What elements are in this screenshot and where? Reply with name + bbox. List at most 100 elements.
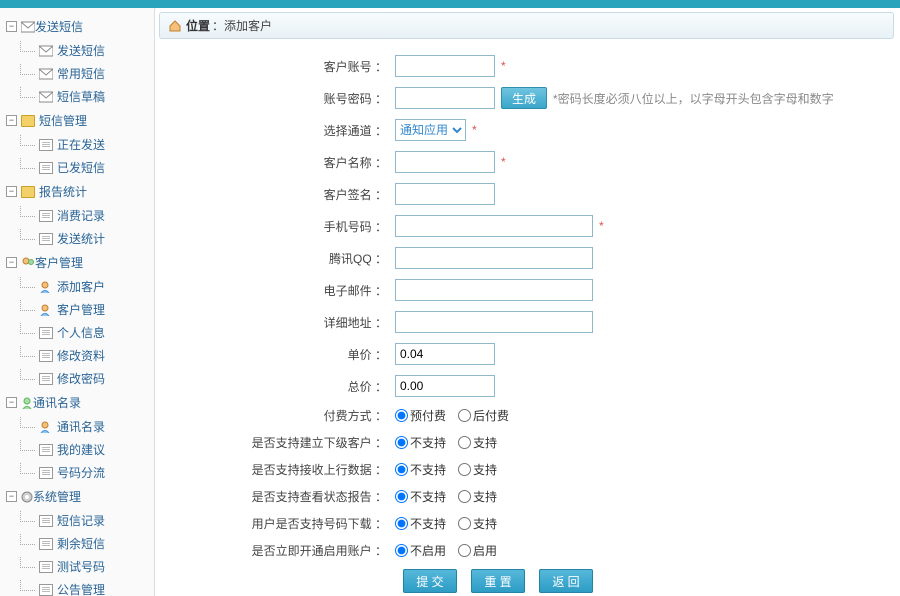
sidebar-item-contacts[interactable]: 通讯名录	[14, 415, 154, 438]
sidebar-item-sms-draft[interactable]: 短信草稿	[14, 85, 154, 108]
label-pay-mode: 付费方式 ：	[165, 407, 395, 424]
sidebar-item-send-sms[interactable]: 发送短信	[14, 39, 154, 62]
radio-up-yes[interactable]: 支持	[458, 461, 497, 478]
sidebar-item-test-number[interactable]: 测试号码	[14, 555, 154, 578]
radio-dl-yes[interactable]: 支持	[458, 515, 497, 532]
sidebar: − 发送短信 发送短信 常用短信 短信草稿 − 短信管理 正在发送 已发短信	[0, 0, 155, 596]
radio-sub-yes[interactable]: 支持	[458, 434, 497, 451]
email-input[interactable]	[395, 279, 593, 301]
collapse-icon: −	[6, 115, 17, 126]
channel-select[interactable]: 通知应用	[395, 119, 466, 141]
radio-status-no[interactable]: 不支持	[395, 488, 446, 505]
submit-button[interactable]: 提 交	[403, 569, 457, 593]
customer-name-input[interactable]	[395, 151, 495, 173]
mail-icon	[39, 45, 53, 57]
sidebar-item-label: 短信记录	[57, 512, 105, 529]
sidebar-item-label: 号码分流	[57, 464, 105, 481]
sidebar-item-label: 发送短信	[57, 42, 105, 59]
sidebar-item-customer-manage[interactable]: 客户管理	[14, 298, 154, 321]
page-icon	[39, 515, 53, 527]
home-icon	[168, 20, 182, 32]
radio-up-no[interactable]: 不支持	[395, 461, 446, 478]
account-input[interactable]	[395, 55, 495, 77]
sidebar-item-consume-log[interactable]: 消费记录	[14, 204, 154, 227]
sidebar-group-contacts[interactable]: − 通讯名录	[0, 390, 154, 415]
sidebar-item-sms-log[interactable]: 短信记录	[14, 509, 154, 532]
password-input[interactable]	[395, 87, 495, 109]
sidebar-item-number-split[interactable]: 号码分流	[14, 461, 154, 484]
sidebar-item-sending[interactable]: 正在发送	[14, 133, 154, 156]
sidebar-item-label: 常用短信	[57, 65, 105, 82]
sidebar-item-label: 个人信息	[57, 324, 105, 341]
page-icon	[39, 350, 53, 362]
required-asterisk: *	[501, 59, 506, 73]
required-asterisk: *	[599, 219, 604, 233]
generate-password-button[interactable]: 生成	[501, 87, 547, 109]
radio-postpaid[interactable]: 后付费	[458, 407, 509, 424]
sidebar-item-label: 通讯名录	[57, 418, 105, 435]
page-icon	[39, 584, 53, 596]
radio-status-yes[interactable]: 支持	[458, 488, 497, 505]
sidebar-item-sent-sms[interactable]: 已发短信	[14, 156, 154, 179]
sidebar-item-personal-info[interactable]: 个人信息	[14, 321, 154, 344]
user-icon	[39, 421, 53, 433]
sidebar-group-sms-manage[interactable]: − 短信管理	[0, 108, 154, 133]
radio-dl-no[interactable]: 不支持	[395, 515, 446, 532]
label-sub-customer: 是否支持建立下级客户 ：	[165, 434, 395, 451]
mobile-input[interactable]	[395, 215, 593, 237]
radio-sub-no[interactable]: 不支持	[395, 434, 446, 451]
sidebar-item-label: 发送统计	[57, 230, 105, 247]
address-input[interactable]	[395, 311, 593, 333]
total-price-input[interactable]	[395, 375, 495, 397]
label-mobile: 手机号码 ：	[165, 218, 395, 235]
sidebar-group-customer[interactable]: − 客户管理	[0, 250, 154, 275]
page-icon	[39, 467, 53, 479]
sidebar-item-edit-profile[interactable]: 修改资料	[14, 344, 154, 367]
sidebar-item-add-customer[interactable]: 添加客户	[14, 275, 154, 298]
sidebar-item-label: 修改密码	[57, 370, 105, 387]
sidebar-group-send-sms[interactable]: − 发送短信	[0, 14, 154, 39]
label-unit-price: 单价 ：	[165, 346, 395, 363]
mail-icon	[39, 68, 53, 80]
sidebar-group-label: 发送短信	[35, 18, 83, 35]
breadcrumb-page: 添加客户	[224, 17, 272, 34]
label-channel: 选择通道 ：	[165, 122, 395, 139]
breadcrumb-label: 位置	[186, 17, 210, 34]
sidebar-item-label: 已发短信	[57, 159, 105, 176]
sidebar-group-label: 客户管理	[35, 254, 83, 271]
page-icon	[39, 444, 53, 456]
sidebar-item-label: 我的建议	[57, 441, 105, 458]
sidebar-item-remaining-sms[interactable]: 剩余短信	[14, 532, 154, 555]
gear-icon	[21, 491, 33, 503]
sidebar-item-label: 测试号码	[57, 558, 105, 575]
collapse-icon: −	[6, 21, 17, 32]
label-enable: 是否立即开通启用账户 ：	[165, 542, 395, 559]
sidebar-item-label: 客户管理	[57, 301, 105, 318]
sidebar-group-report[interactable]: − 报告统计	[0, 179, 154, 204]
mail-icon	[39, 91, 53, 103]
radio-enable-no[interactable]: 不启用	[395, 542, 446, 559]
sidebar-item-common-sms[interactable]: 常用短信	[14, 62, 154, 85]
customer-sign-input[interactable]	[395, 183, 495, 205]
main-content: 位置 ： 添加客户 客户账号 ： * 账号密码 ： 生成 *密码长度必须八位以上…	[155, 0, 900, 596]
folder-icon	[21, 186, 35, 198]
sidebar-item-announcement[interactable]: 公告管理	[14, 578, 154, 596]
label-customer-name: 客户名称 ：	[165, 154, 395, 171]
label-download: 用户是否支持号码下载 ：	[165, 515, 395, 532]
reset-button[interactable]: 重 置	[471, 569, 525, 593]
qq-input[interactable]	[395, 247, 593, 269]
radio-enable-yes[interactable]: 启用	[458, 542, 497, 559]
sidebar-group-label: 报告统计	[39, 183, 87, 200]
sidebar-item-label: 添加客户	[57, 278, 105, 295]
sidebar-group-system[interactable]: − 系统管理	[0, 484, 154, 509]
label-email: 电子邮件 ：	[165, 282, 395, 299]
sidebar-item-change-password[interactable]: 修改密码	[14, 367, 154, 390]
page-icon	[39, 561, 53, 573]
sidebar-group-label: 通讯名录	[33, 394, 81, 411]
sidebar-item-my-suggestion[interactable]: 我的建议	[14, 438, 154, 461]
page-icon	[39, 139, 53, 151]
radio-prepaid[interactable]: 预付费	[395, 407, 446, 424]
back-button[interactable]: 返 回	[539, 569, 593, 593]
sidebar-item-send-stats[interactable]: 发送统计	[14, 227, 154, 250]
unit-price-input[interactable]	[395, 343, 495, 365]
